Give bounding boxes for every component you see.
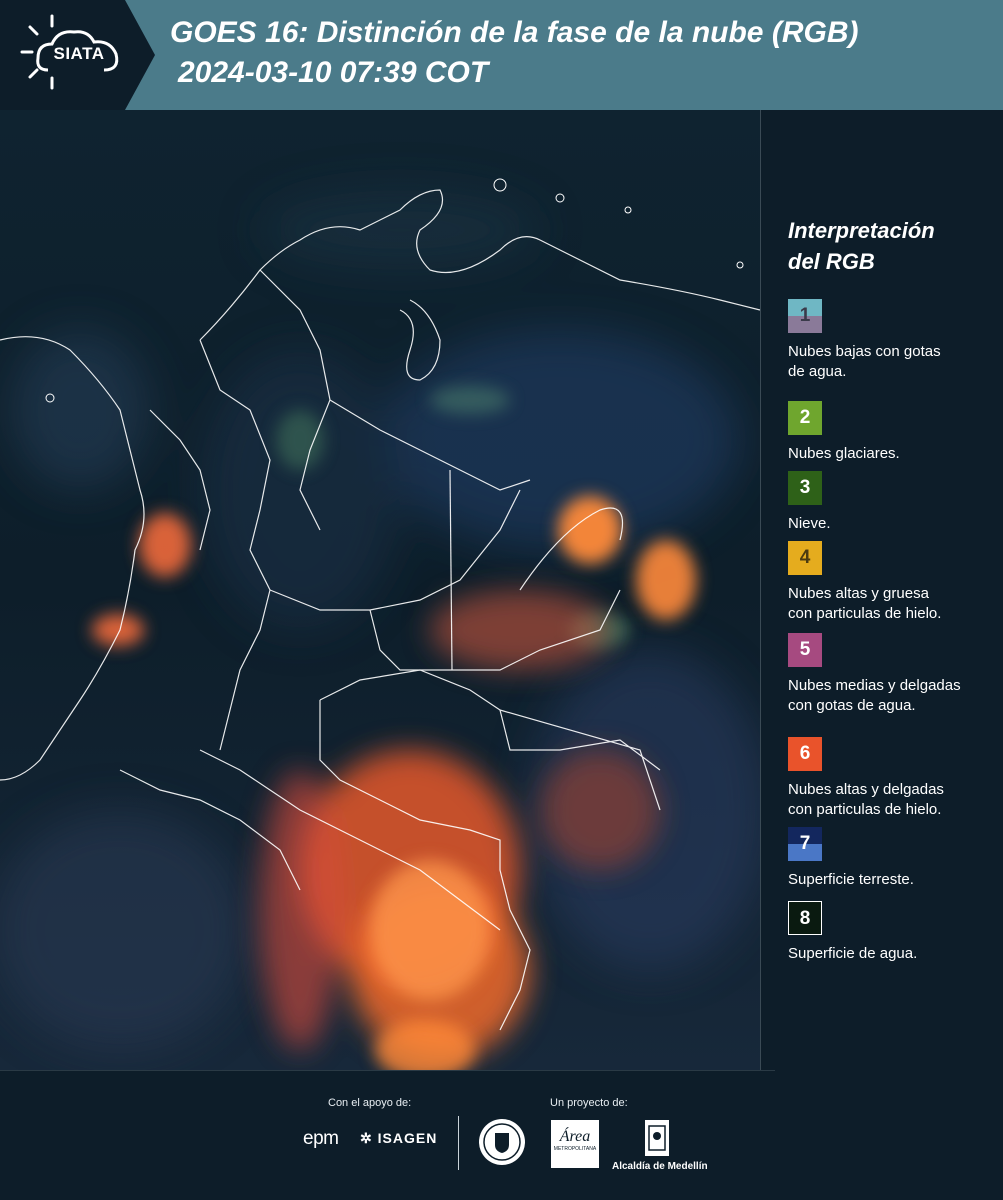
legend-title-line1: Interpretación — [788, 218, 935, 243]
isagen-text: ISAGEN — [377, 1130, 438, 1146]
legend-item: 8 Superficie de agua. — [788, 901, 917, 964]
isagen-logo: ✲ ISAGEN — [360, 1130, 437, 1147]
legend-item: 5 Nubes medias y delgadas con gotas de agu… — [788, 633, 961, 716]
alcaldia-label: Alcaldía de Medellín — [612, 1161, 708, 1172]
page-title: GOES 16: Distinción de la fase de la nub… — [170, 16, 859, 49]
footer: Con el apoyo de: epm ✲ ISAGEN Un proyect… — [0, 1070, 1003, 1200]
legend-label: Nubes altas y delgadas con particulas de … — [788, 781, 944, 818]
legend-label: Superficie terreste. — [788, 871, 914, 888]
isagen-icon: ✲ — [360, 1130, 378, 1146]
legend-title-line2: del RGB — [788, 249, 875, 274]
legend-item: 4 Nubes altas y gruesa con particulas de h… — [788, 541, 941, 624]
legend-label: Nubes altas y gruesa con particulas de hi… — [788, 585, 942, 622]
page-timestamp: 2024-03-10 07:39 COT — [178, 56, 489, 89]
area-logo-text: Área — [559, 1128, 591, 1145]
legend-title: Interpretación del RGB — [788, 215, 988, 277]
satellite-map — [0, 110, 761, 1070]
legend-item: 2 Nubes glaciares. — [788, 401, 900, 464]
legend-swatch: 6 — [788, 737, 822, 771]
footer-vertical-divider — [458, 1116, 459, 1170]
legend-swatch: 4 — [788, 541, 822, 575]
legend-swatch: 5 — [788, 633, 822, 667]
support-label: Con el apoyo de: — [328, 1097, 412, 1109]
legend-label: Nubes bajas con gotas de agua. — [788, 343, 941, 380]
legend-item: 1 Nubes bajas con gotas de agua. — [788, 299, 941, 382]
legend-swatch: 8 — [788, 901, 822, 935]
legend-item: 6 Nubes altas y delgadas con particulas de… — [788, 737, 944, 820]
legend-swatch: 3 — [788, 471, 822, 505]
legend-label: Nubes glaciares. — [788, 445, 900, 462]
legend-panel: Interpretación del RGB 1 Nubes bajas con … — [788, 215, 988, 962]
logo-text: SIATA — [53, 44, 105, 63]
alcaldia-crest-icon — [645, 1120, 669, 1156]
footer-divider-line — [0, 1070, 775, 1071]
municipal-seal-icon — [479, 1119, 525, 1165]
area-logo-subtext: METROPOLITANA — [553, 1146, 597, 1152]
siata-logo: SIATA — [0, 0, 155, 110]
legend-label: Superficie de agua. — [788, 945, 918, 962]
legend-item: 3 Nieve. — [788, 471, 831, 534]
legend-swatch: 1 — [788, 299, 822, 333]
epm-logo: epm — [303, 1128, 339, 1149]
area-metropolitana-logo: Área METROPOLITANA — [551, 1120, 599, 1168]
legend-label: Nieve. — [788, 515, 831, 532]
legend-swatch: 7 — [788, 827, 822, 861]
legend-swatch: 2 — [788, 401, 822, 435]
header-banner: SIATA GOES 16: Distinción de la fase de … — [0, 0, 1003, 110]
legend-label: Nubes medias y delgadas con gotas de agua… — [788, 677, 961, 714]
project-label: Un proyecto de: — [550, 1097, 628, 1109]
legend-item: 7 Superficie terreste. — [788, 827, 914, 890]
